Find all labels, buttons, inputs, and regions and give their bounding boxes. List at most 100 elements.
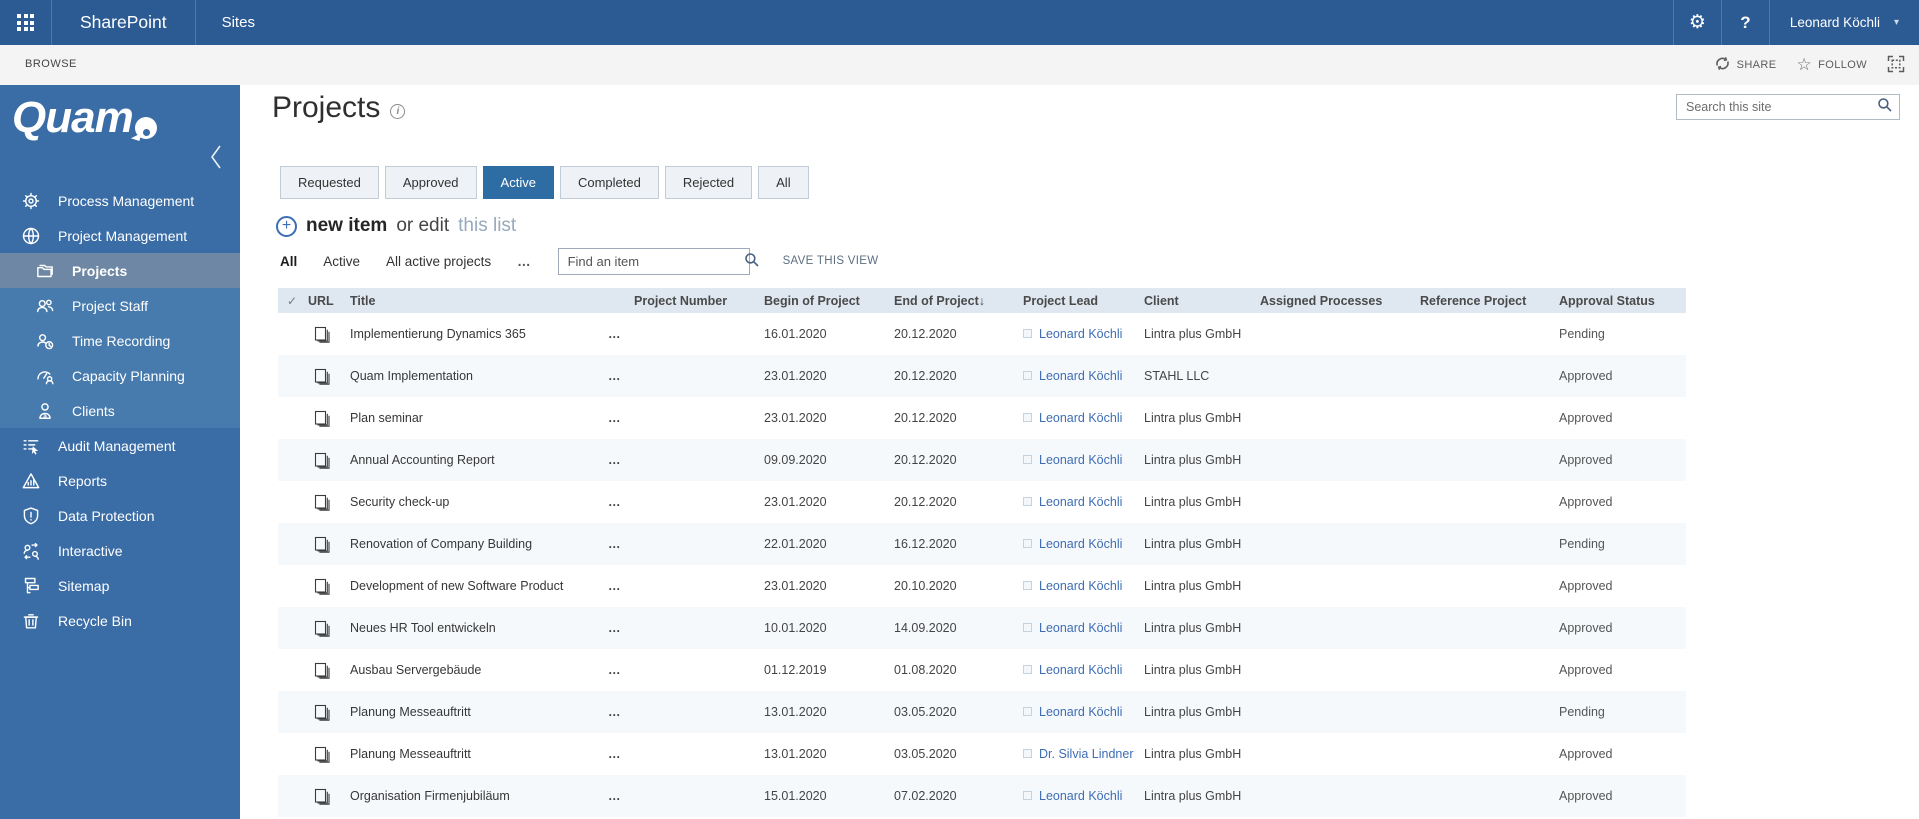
sidebar-item-project-management[interactable]: Project Management	[0, 218, 240, 253]
view-all-active-projects[interactable]: All active projects	[386, 254, 491, 269]
row-title[interactable]: Plan seminar	[348, 411, 606, 425]
sidebar-item-audit-management[interactable]: Audit Management	[0, 428, 240, 463]
row-menu-button[interactable]: …	[606, 789, 632, 803]
project-lead-link[interactable]: Leonard Köchli	[1039, 453, 1122, 467]
table-row[interactable]: Renovation of Company Building… 22.01.202…	[278, 523, 1686, 565]
project-lead-link[interactable]: Leonard Köchli	[1039, 789, 1122, 803]
row-menu-button[interactable]: …	[606, 747, 632, 761]
info-icon[interactable]: i	[390, 103, 406, 119]
filter-all[interactable]: All	[758, 166, 809, 199]
row-menu-button[interactable]: …	[606, 495, 632, 509]
user-menu[interactable]: Leonard Köchli ▾	[1768, 0, 1919, 45]
row-menu-button[interactable]: …	[606, 369, 632, 383]
row-menu-button[interactable]: …	[606, 663, 632, 677]
view-all[interactable]: All	[280, 254, 297, 269]
row-menu-button[interactable]: …	[606, 705, 632, 719]
row-title[interactable]: Security check-up	[348, 495, 606, 509]
project-lead-link[interactable]: Leonard Köchli	[1039, 411, 1122, 425]
sites-link[interactable]: Sites	[196, 14, 281, 31]
table-row[interactable]: Quam Implementation… 23.01.2020 20.12.2020…	[278, 355, 1686, 397]
row-title[interactable]: Planung Messeauftritt	[348, 747, 606, 761]
search-icon[interactable]	[744, 252, 760, 271]
plus-icon[interactable]: +	[276, 215, 297, 237]
sidebar-item-sitemap[interactable]: Sitemap	[0, 568, 240, 603]
filter-rejected[interactable]: Rejected	[664, 166, 753, 199]
help-button[interactable]: ?	[1720, 0, 1769, 45]
focus-content-button[interactable]	[1887, 55, 1905, 76]
row-menu-button[interactable]: …	[606, 579, 632, 593]
find-item-input[interactable]	[567, 253, 744, 269]
table-row[interactable]: Planung Messeauftritt… 13.01.2020 03.05.20…	[278, 691, 1686, 733]
search-icon[interactable]	[1877, 97, 1893, 118]
column-header-url[interactable]: URL	[306, 294, 348, 308]
filter-requested[interactable]: Requested	[280, 166, 379, 199]
sidebar-collapse-button[interactable]	[208, 143, 224, 176]
project-lead-link[interactable]: Leonard Köchli	[1039, 579, 1122, 593]
row-menu-button[interactable]: …	[606, 621, 632, 635]
table-row[interactable]: Planung Messeauftritt… 13.01.2020 03.05.20…	[278, 733, 1686, 775]
column-header-client[interactable]: Client	[1142, 294, 1258, 308]
app-launcher-button[interactable]	[0, 0, 52, 45]
table-row[interactable]: Implementierung Dynamics 365… 16.01.2020 2…	[278, 313, 1686, 355]
table-row[interactable]: Plan seminar… 23.01.2020 20.12.2020 Leonard…	[278, 397, 1686, 439]
row-title[interactable]: Renovation of Company Building	[348, 537, 606, 551]
view-active[interactable]: Active	[323, 254, 360, 269]
save-view-button[interactable]: SAVE THIS VIEW	[783, 255, 879, 267]
project-lead-link[interactable]: Leonard Köchli	[1039, 705, 1122, 719]
row-menu-button[interactable]: …	[606, 411, 632, 425]
sidebar-item-clients[interactable]: $ Clients	[0, 393, 240, 428]
sidebar-item-time-recording[interactable]: Time Recording	[0, 323, 240, 358]
column-header-reference-project[interactable]: Reference Project	[1418, 294, 1557, 308]
project-lead-link[interactable]: Dr. Silvia Lindner	[1039, 747, 1134, 761]
column-header-title[interactable]: Title	[348, 294, 606, 308]
settings-button[interactable]: ⚙	[1672, 0, 1721, 45]
table-row[interactable]: Annual Accounting Report… 09.09.2020 20.12…	[278, 439, 1686, 481]
edit-list-link[interactable]: or edit	[396, 215, 449, 237]
share-button[interactable]: SHARE	[1714, 55, 1777, 75]
filter-approved[interactable]: Approved	[384, 166, 477, 199]
project-lead-link[interactable]: Leonard Köchli	[1039, 621, 1122, 635]
new-item-button[interactable]: new item	[306, 215, 387, 237]
row-title[interactable]: Organisation Firmenjubiläum	[348, 789, 606, 803]
row-menu-button[interactable]: …	[606, 453, 632, 467]
sidebar-item-recycle-bin[interactable]: Recycle Bin	[0, 603, 240, 638]
sidebar-item-data-protection[interactable]: Data Protection	[0, 498, 240, 533]
row-menu-button[interactable]: …	[606, 327, 632, 341]
column-header-approval-status[interactable]: Approval Status	[1557, 294, 1686, 308]
table-row[interactable]: Neues HR Tool entwickeln… 10.01.2020 14.09…	[278, 607, 1686, 649]
table-row[interactable]: Ausbau Servergebäude… 01.12.2019 01.08.202…	[278, 649, 1686, 691]
column-header-assigned-processes[interactable]: Assigned Processes	[1258, 294, 1418, 308]
row-title[interactable]: Ausbau Servergebäude	[348, 663, 606, 677]
table-row[interactable]: Organisation Firmenjubiläum… 15.01.2020 07…	[278, 775, 1686, 817]
project-lead-link[interactable]: Leonard Köchli	[1039, 369, 1122, 383]
column-header-end-of-project[interactable]: End of Project↓	[892, 294, 1021, 308]
row-title[interactable]: Development of new Software Product	[348, 579, 606, 593]
table-row[interactable]: Development of new Software Product… 23.0…	[278, 565, 1686, 607]
table-row[interactable]: Security check-up… 23.01.2020 20.12.2020 Le…	[278, 481, 1686, 523]
row-title[interactable]: Neues HR Tool entwickeln	[348, 621, 606, 635]
site-search-input[interactable]	[1686, 100, 1877, 114]
filter-completed[interactable]: Completed	[559, 166, 659, 199]
sidebar-item-project-staff[interactable]: Project Staff	[0, 288, 240, 323]
row-title[interactable]: Annual Accounting Report	[348, 453, 606, 467]
row-menu-button[interactable]: …	[606, 537, 632, 551]
project-lead-link[interactable]: Leonard Köchli	[1039, 495, 1122, 509]
sidebar-item-capacity-planning[interactable]: Capacity Planning	[0, 358, 240, 393]
project-lead-link[interactable]: Leonard Köchli	[1039, 327, 1122, 341]
sidebar-item-reports[interactable]: Reports	[0, 463, 240, 498]
follow-button[interactable]: ☆ FOLLOW	[1797, 55, 1868, 75]
project-lead-link[interactable]: Leonard Köchli	[1039, 663, 1122, 677]
project-lead-link[interactable]: Leonard Köchli	[1039, 537, 1122, 551]
column-header-project-lead[interactable]: Project Lead	[1021, 294, 1142, 308]
sidebar-item-process-management[interactable]: Process Management	[0, 183, 240, 218]
sidebar-item-interactive[interactable]: Interactive	[0, 533, 240, 568]
column-header-begin-of-project[interactable]: Begin of Project	[762, 294, 892, 308]
tab-browse[interactable]: BROWSE	[25, 58, 77, 70]
sidebar-item-projects[interactable]: Projects	[0, 253, 240, 288]
view-more-button[interactable]: …	[517, 254, 532, 269]
filter-active[interactable]: Active	[482, 166, 554, 199]
row-title[interactable]: Planung Messeauftritt	[348, 705, 606, 719]
row-title[interactable]: Implementierung Dynamics 365	[348, 327, 606, 341]
row-title[interactable]: Quam Implementation	[348, 369, 606, 383]
column-header-project-number[interactable]: Project Number	[632, 294, 762, 308]
